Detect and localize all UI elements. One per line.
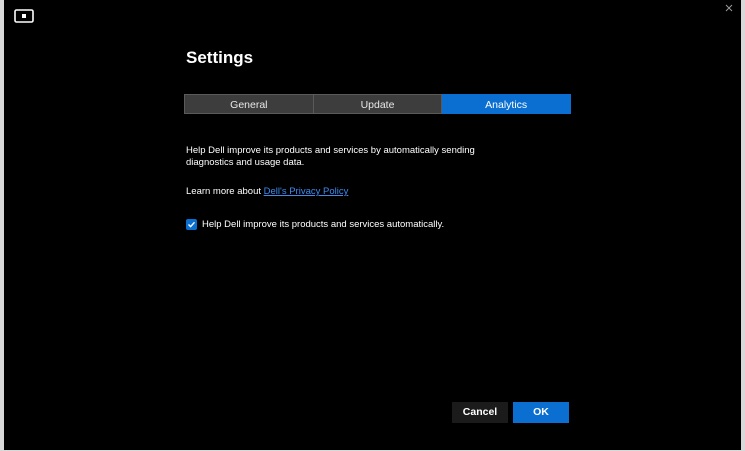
analytics-description: Help Dell improve its products and servi… (186, 145, 475, 168)
tab-general[interactable]: General (184, 94, 314, 114)
monitor-icon (14, 9, 34, 23)
ok-button[interactable]: OK (513, 402, 569, 423)
settings-tabs: General Update Analytics (184, 94, 572, 114)
tab-analytics[interactable]: Analytics (442, 94, 572, 114)
consent-checkbox[interactable] (186, 219, 197, 230)
learn-more-text: Learn more about Dell's Privacy Policy (186, 186, 348, 198)
tab-update[interactable]: Update (313, 94, 443, 114)
consent-row: Help Dell improve its products and servi… (186, 219, 444, 230)
page-title: Settings (186, 48, 254, 67)
settings-window: Settings General Update Analytics Help D… (4, 0, 741, 450)
learn-more-prefix: Learn more about (186, 186, 261, 197)
cancel-button[interactable]: Cancel (452, 402, 508, 423)
checkmark-icon (188, 221, 196, 228)
consent-label: Help Dell improve its products and servi… (202, 219, 445, 230)
close-icon[interactable] (723, 2, 735, 14)
privacy-policy-link[interactable]: Dell's Privacy Policy (264, 186, 349, 197)
